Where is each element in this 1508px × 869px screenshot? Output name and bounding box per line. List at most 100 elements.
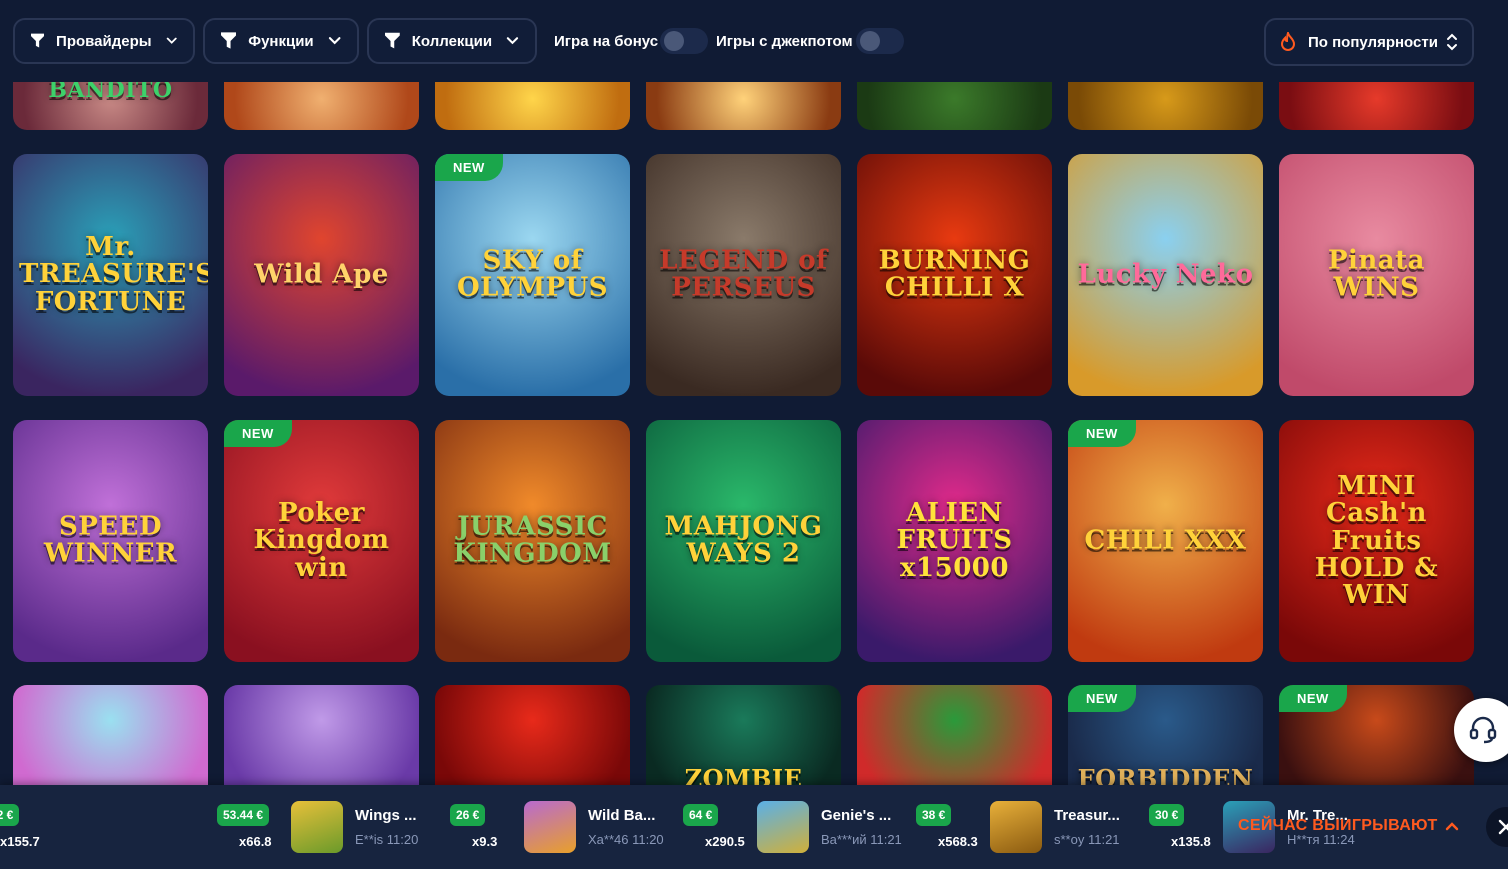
game-tile[interactable]: BANDITO: [13, 82, 208, 130]
game-tile[interactable]: [435, 685, 630, 785]
game-tile[interactable]: ALIEN FRUITS x15000: [857, 420, 1052, 662]
win-amount-badge: 72 €: [0, 804, 20, 826]
game-tile[interactable]: [224, 82, 419, 130]
game-title: CHILI XXX: [1084, 525, 1247, 556]
game-artwork: [646, 82, 841, 130]
winner-game-thumbnail[interactable]: [990, 801, 1042, 853]
game-title: MAHJONG WAYS 2: [664, 511, 823, 569]
game-title: Pinata WINS: [1327, 245, 1426, 303]
close-ticker-button[interactable]: [1486, 807, 1508, 847]
sort-arrows-icon: [1447, 33, 1457, 51]
sort-label: По популярности: [1308, 33, 1438, 51]
winner-game-name[interactable]: Wings ...: [355, 807, 417, 824]
game-title: SKY of OLYMPUS: [456, 245, 609, 303]
game-tile[interactable]: [224, 685, 419, 785]
win-multiplier: x9.3: [472, 834, 498, 849]
game-tile[interactable]: [1279, 82, 1474, 130]
bonus-toggle[interactable]: [660, 28, 708, 54]
bonus-toggle-label: Игра на бонус: [554, 33, 659, 50]
games-page: Провайдеры Функции Коллекции Игра на бон…: [0, 0, 1508, 869]
game-tile[interactable]: LEGEND of PERSEUS: [646, 154, 841, 396]
game-tile[interactable]: [857, 685, 1052, 785]
game-tile[interactable]: ZOMBIE: [646, 685, 841, 785]
game-title: Poker Kingdom win: [253, 498, 390, 583]
winner-user-time: Ba***ий 11:21: [821, 832, 902, 847]
game-tile[interactable]: JURASSIC KINGDOM: [435, 420, 630, 662]
game-tile[interactable]: FORBIDDEN NEW: [1068, 685, 1263, 785]
game-tile[interactable]: NEW: [1279, 685, 1474, 785]
game-title: Mr. TREASURE'S FORTUNE: [19, 232, 208, 317]
game-title: Lucky Neko: [1077, 259, 1254, 290]
game-title: FORBIDDEN: [1077, 763, 1254, 785]
win-multiplier: x290.5: [705, 834, 745, 849]
game-artwork: [224, 82, 419, 130]
fire-icon: [1280, 32, 1296, 51]
game-title: ZOMBIE: [684, 763, 803, 785]
game-artwork: [1279, 82, 1474, 130]
game-tile[interactable]: SKY of OLYMPUS NEW: [435, 154, 630, 396]
win-multiplier: x155.7: [0, 834, 40, 849]
chevron-up-icon[interactable]: [1444, 819, 1460, 833]
game-tile[interactable]: MINI Cash'n Fruits HOLD & WIN: [1279, 420, 1474, 662]
providers-filter-button[interactable]: Провайдеры: [13, 18, 195, 64]
game-artwork: [13, 685, 208, 785]
game-tile[interactable]: [646, 82, 841, 130]
funnel-icon: [31, 33, 45, 48]
game-title: LEGEND of PERSEUS: [659, 245, 828, 303]
game-title: BANDITO: [48, 82, 173, 103]
game-artwork: [857, 685, 1052, 785]
game-artwork: [224, 685, 419, 785]
game-tile[interactable]: [13, 685, 208, 785]
game-artwork: [435, 82, 630, 130]
winner-game-thumbnail[interactable]: [757, 801, 809, 853]
functions-filter-button[interactable]: Функции: [203, 18, 359, 64]
new-badge: NEW: [1068, 420, 1136, 447]
winner-game-name[interactable]: Wild Ba...: [588, 807, 655, 824]
new-badge: NEW: [1279, 685, 1347, 712]
new-badge: NEW: [435, 154, 503, 181]
game-tile[interactable]: [435, 82, 630, 130]
game-artwork: [1068, 82, 1263, 130]
game-title: SPEED WINNER: [43, 511, 178, 569]
game-tile[interactable]: Lucky Neko: [1068, 154, 1263, 396]
new-badge: NEW: [224, 420, 292, 447]
winners-ticker: 72 € x155.7 53.44 € x66.8 Wings ... E**is 11:…: [0, 785, 1508, 869]
winner-game-name[interactable]: Genie's ...: [821, 807, 891, 824]
winner-game-name[interactable]: Treasur...: [1054, 807, 1120, 824]
filter-bar: Провайдеры Функции Коллекции Игра на бон…: [0, 0, 1508, 82]
new-badge: NEW: [1068, 685, 1136, 712]
win-amount-badge: 26 €: [450, 804, 486, 826]
game-tile[interactable]: MAHJONG WAYS 2: [646, 420, 841, 662]
winner-user-time: E**is 11:20: [355, 832, 419, 847]
game-tile[interactable]: SPEED WINNER: [13, 420, 208, 662]
game-tile[interactable]: CHILI XXX NEW: [1068, 420, 1263, 662]
headset-icon: [1469, 716, 1497, 744]
winner-user-time: s**oy 11:21: [1054, 832, 1120, 847]
winner-game-thumbnail[interactable]: [524, 801, 576, 853]
game-title: BURNING CHILLI X: [878, 245, 1031, 303]
game-tile[interactable]: Wild Ape: [224, 154, 419, 396]
game-tile[interactable]: Pinata WINS: [1279, 154, 1474, 396]
win-multiplier: x135.8: [1171, 834, 1211, 849]
winner-game-thumbnail[interactable]: [291, 801, 343, 853]
win-amount-badge: 38 €: [916, 804, 952, 826]
game-tile[interactable]: BURNING CHILLI X: [857, 154, 1052, 396]
game-title: JURASSIC KINGDOM: [453, 511, 612, 569]
collections-filter-button[interactable]: Коллекции: [367, 18, 537, 64]
funnel-icon: [221, 32, 237, 49]
jackpot-toggle-label: Игры с джекпотом: [716, 33, 853, 50]
game-title: Wild Ape: [254, 259, 389, 290]
game-artwork: [857, 82, 1052, 130]
game-tile[interactable]: Poker Kingdom win NEW: [224, 420, 419, 662]
game-tile[interactable]: Mr. TREASURE'S FORTUNE: [13, 154, 208, 396]
game-tile[interactable]: [1068, 82, 1263, 130]
game-title: MINI Cash'n Fruits HOLD & WIN: [1314, 470, 1439, 610]
game-title: ALIEN FRUITS x15000: [896, 498, 1013, 583]
providers-label: Провайдеры: [56, 32, 152, 50]
funnel-icon: [385, 32, 400, 49]
game-tile[interactable]: [857, 82, 1052, 130]
win-amount-badge: 53.44 €: [217, 804, 270, 826]
sort-dropdown[interactable]: По популярности: [1264, 18, 1474, 66]
jackpot-toggle[interactable]: [856, 28, 904, 54]
win-amount-badge: 30 €: [1149, 804, 1185, 826]
